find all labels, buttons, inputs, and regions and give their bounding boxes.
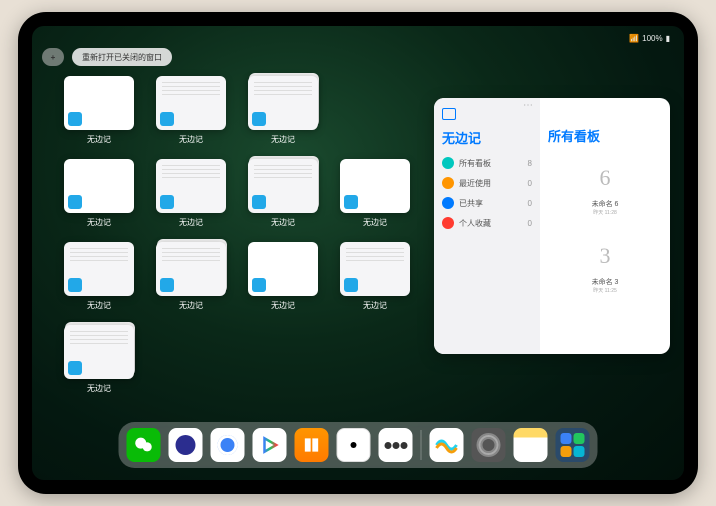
dock: [119, 422, 598, 468]
thumbnail-preview: [156, 242, 226, 296]
window-thumbnail[interactable]: 无边记: [154, 159, 228, 228]
screen: 📶 100% ▮ + 重新打开已关闭的窗口 无边记无边记无边记无边记无边记无边记…: [32, 26, 684, 480]
sidebar-item-count: 0: [528, 219, 532, 228]
freeform-window[interactable]: ⋯ 无边记 所有看板8最近使用0已共享0个人收藏0 所有看板 6未命名 6昨天 …: [434, 98, 670, 354]
sidebar-item[interactable]: 最近使用 0: [442, 177, 532, 189]
thumbnail-preview: [156, 76, 226, 130]
board-thumbnail: 3: [584, 237, 626, 275]
quark-icon[interactable]: [211, 428, 245, 462]
board-thumbnail: 6: [584, 159, 626, 197]
new-window-button[interactable]: +: [42, 48, 64, 66]
thumbnail-label: 无边记: [179, 300, 203, 311]
wifi-icon: 📶: [629, 34, 639, 43]
thumbnail-label: 无边记: [363, 300, 387, 311]
sidebar-item-icon: [442, 217, 454, 229]
board-title: 未命名 6: [552, 199, 658, 209]
freeform-sidebar: ⋯ 无边记 所有看板 8 最近使用 0 已共享 0 个人收藏 0: [434, 98, 540, 354]
sidebar-item-icon: [442, 157, 454, 169]
sidebar-item-count: 0: [528, 199, 532, 208]
ipad-frame: 📶 100% ▮ + 重新打开已关闭的窗口 无边记无边记无边记无边记无边记无边记…: [18, 12, 698, 494]
thumbnail-preview: [340, 242, 410, 296]
thumbnail-label: 无边记: [179, 217, 203, 228]
board-card[interactable]: 6 未命名 6昨天 11:28: [548, 155, 662, 225]
thumbnail-preview: [248, 76, 318, 130]
dice-icon[interactable]: [337, 428, 371, 462]
settings-icon[interactable]: [472, 428, 506, 462]
sidebar-item-icon: [442, 177, 454, 189]
thumbnail-preview: [64, 325, 134, 379]
app-expose-grid: 无边记无边记无边记无边记无边记无边记无边记无边记无边记无边记无边记无边记: [62, 76, 412, 394]
board-title: 未命名 3: [552, 277, 658, 287]
thumbnail-label: 无边记: [363, 217, 387, 228]
thumbnail-label: 无边记: [271, 300, 295, 311]
sidebar-toggle-icon[interactable]: [442, 108, 456, 120]
filter-icon[interactable]: [379, 428, 413, 462]
window-thumbnail[interactable]: 无边记: [62, 242, 136, 311]
status-bar: 📶 100% ▮: [32, 30, 684, 46]
thumbnail-preview: [64, 76, 134, 130]
thumbnail-preview: [340, 159, 410, 213]
thumbnail-preview: [64, 242, 134, 296]
books-icon[interactable]: [295, 428, 329, 462]
window-thumbnail[interactable]: 无边记: [338, 242, 412, 311]
window-thumbnail[interactable]: 无边记: [154, 76, 228, 145]
content-title: 所有看板: [548, 126, 662, 145]
window-thumbnail[interactable]: 无边记: [154, 242, 228, 311]
window-thumbnail[interactable]: 无边记: [246, 242, 320, 311]
board-timestamp: 昨天 11:25: [552, 287, 658, 294]
thumbnail-label: 无边记: [87, 383, 111, 394]
board-timestamp: 昨天 11:28: [552, 209, 658, 216]
thumbnail-label: 无边记: [87, 217, 111, 228]
thumbnail-label: 无边记: [87, 134, 111, 145]
sidebar-title: 无边记: [442, 128, 532, 147]
battery-icon: ▮: [666, 34, 670, 43]
sidebar-item-label: 已共享: [459, 198, 483, 209]
notes-icon[interactable]: [514, 428, 548, 462]
sidebar-item-label: 个人收藏: [459, 218, 491, 229]
thumbnail-label: 无边记: [179, 134, 203, 145]
more-icon[interactable]: ⋯: [523, 100, 534, 111]
thumbnail-label: 无边记: [87, 300, 111, 311]
thumbnail-preview: [64, 159, 134, 213]
sidebar-item-count: 8: [528, 159, 532, 168]
sidebar-item-label: 最近使用: [459, 178, 491, 189]
wechat-icon[interactable]: [127, 428, 161, 462]
window-thumbnail[interactable]: 无边记: [62, 159, 136, 228]
sidebar-item[interactable]: 所有看板 8: [442, 157, 532, 169]
freeform-icon[interactable]: [430, 428, 464, 462]
sidebar-item-icon: [442, 197, 454, 209]
reopen-closed-window-button[interactable]: 重新打开已关闭的窗口: [72, 48, 172, 66]
sidebar-item[interactable]: 已共享 0: [442, 197, 532, 209]
play-icon[interactable]: [253, 428, 287, 462]
quark-hd-icon[interactable]: [169, 428, 203, 462]
freeform-content: 所有看板 6 未命名 6昨天 11:28 3 未命名 3昨天 11:25: [540, 98, 670, 354]
sidebar-item[interactable]: 个人收藏 0: [442, 217, 532, 229]
window-thumbnail[interactable]: 无边记: [246, 159, 320, 228]
dock-separator: [421, 430, 422, 460]
thumbnail-preview: [248, 242, 318, 296]
thumbnail-label: 无边记: [271, 217, 295, 228]
sidebar-item-label: 所有看板: [459, 158, 491, 169]
sidebar-item-count: 0: [528, 179, 532, 188]
board-card[interactable]: 3 未命名 3昨天 11:25: [548, 233, 662, 303]
thumbnail-preview: [156, 159, 226, 213]
app-library-icon[interactable]: [556, 428, 590, 462]
thumbnail-label: 无边记: [271, 134, 295, 145]
thumbnail-preview: [248, 159, 318, 213]
battery-label: 100%: [642, 34, 662, 43]
window-thumbnail[interactable]: 无边记: [62, 325, 136, 394]
window-thumbnail[interactable]: 无边记: [246, 76, 320, 145]
window-thumbnail[interactable]: 无边记: [338, 159, 412, 228]
window-thumbnail[interactable]: 无边记: [62, 76, 136, 145]
